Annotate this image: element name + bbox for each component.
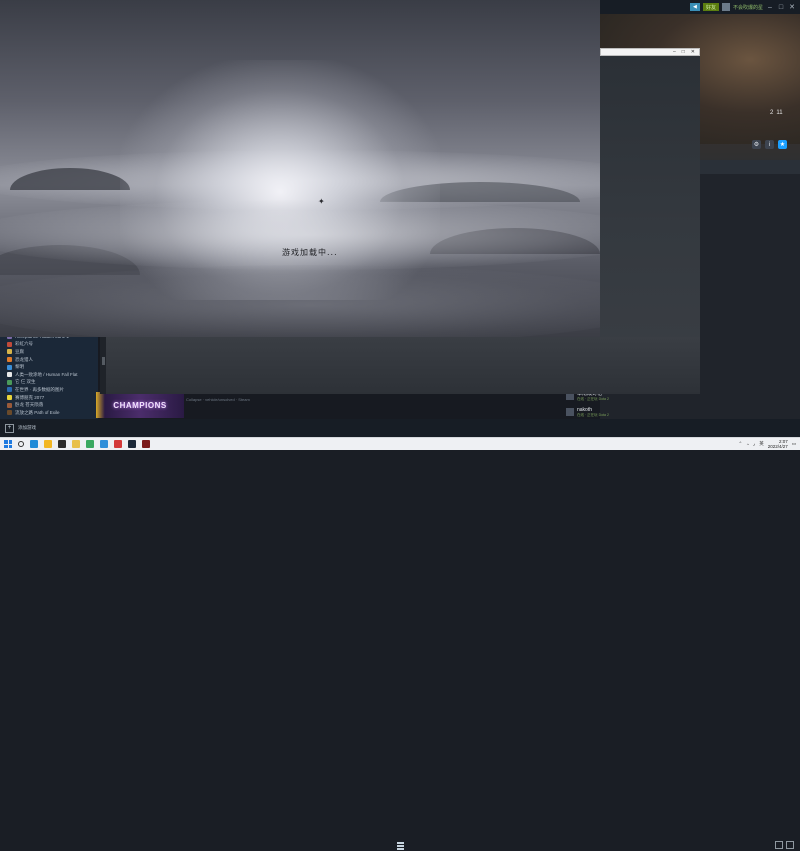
add-game-button[interactable]: + 添加游戏 xyxy=(5,423,36,433)
game-art-tile[interactable]: CHAMPIONS xyxy=(96,392,184,418)
friend-status: 在线 · 正在玩 Dota 2 xyxy=(577,397,609,401)
taskbar-apps xyxy=(4,440,150,448)
background-window-bottom xyxy=(100,337,700,394)
library-item[interactable]: 彩虹六号 xyxy=(0,341,98,349)
game-art-title: CHAMPIONS xyxy=(113,400,167,410)
library-item-label: 黎明 xyxy=(15,364,24,370)
game-icon xyxy=(7,341,12,347)
small-dialog-titlebar: – □ ✕ xyxy=(600,48,700,56)
game-icon xyxy=(7,410,12,416)
downloads-icon[interactable] xyxy=(397,842,404,851)
avatar[interactable] xyxy=(721,3,730,11)
library-item-label: 赛博朋克 2077 xyxy=(15,394,45,400)
activity-text: Collapse · vehicle/unsolved · Steam xyxy=(186,397,250,402)
game-icon xyxy=(7,387,12,393)
library-item-label: 流放之路 Path of Exile xyxy=(15,409,60,415)
app-green-icon[interactable] xyxy=(86,440,94,448)
cloud xyxy=(0,200,600,270)
gear-icon[interactable]: ⚙ xyxy=(752,140,761,149)
library-item[interactable]: 流放之路 Path of Exile xyxy=(0,409,98,417)
hero-actions: ⚙ i ★ xyxy=(752,140,787,149)
info-icon[interactable]: i xyxy=(765,140,774,149)
library-item-label: 它 仨 双生 xyxy=(15,379,36,385)
friends-chat-button[interactable] xyxy=(775,841,794,849)
library-item[interactable]: 在世界 · 再多数据的图片 xyxy=(0,386,98,394)
add-game-label: 添加游戏 xyxy=(18,425,36,430)
search-icon[interactable] xyxy=(18,441,24,447)
library-item-label: 豆腐 xyxy=(15,348,24,354)
start-icon[interactable] xyxy=(4,440,12,448)
chrome-icon[interactable] xyxy=(100,440,108,448)
clock[interactable]: 2:07 2022/4/27 xyxy=(768,439,788,449)
hero-stats: 2 11 xyxy=(770,110,783,116)
volume-icon[interactable]: ♪ xyxy=(753,442,755,447)
library-item-label: 恐龙猎人 xyxy=(15,356,33,362)
game-icon xyxy=(7,379,12,385)
file-explorer-icon[interactable] xyxy=(44,440,52,448)
steam-icon[interactable] xyxy=(128,440,136,448)
star-icon[interactable]: ★ xyxy=(778,140,787,149)
library-item-label: 彩虹六号 xyxy=(15,341,33,347)
library-item[interactable]: 它 仨 双生 xyxy=(0,379,98,387)
game-icon xyxy=(7,395,12,401)
notification-icon[interactable]: ▭ xyxy=(792,441,796,447)
date: 2022/4/27 xyxy=(767,444,788,449)
loading-text: 游戏加载中... xyxy=(282,248,338,257)
maximize-button[interactable]: □ xyxy=(777,4,785,11)
language-indicator[interactable]: 英 xyxy=(759,441,764,447)
library-item[interactable]: 恐龙猎人 xyxy=(0,356,98,364)
game-icon xyxy=(7,364,12,370)
library-item[interactable]: 豆腐 xyxy=(0,348,98,356)
friends-button[interactable]: 好友 xyxy=(702,3,719,11)
netease-icon[interactable] xyxy=(114,440,122,448)
username-dropdown[interactable]: 不会吹爆的星 xyxy=(733,4,763,11)
library-item-label: 卧龙 苍天陨落 xyxy=(15,402,44,408)
notification-button[interactable]: ◀ xyxy=(689,3,700,11)
close-icon[interactable]: ✕ xyxy=(691,49,695,55)
chevron-up-icon[interactable]: ⌃ xyxy=(738,441,742,447)
terminal-icon[interactable] xyxy=(58,440,66,448)
library-sidebar: Acceptance Hidden Lane 2彩虹六号豆腐恐龙猎人黎明人类一败… xyxy=(0,333,98,419)
game-icon[interactable] xyxy=(142,440,150,448)
library-item-label: 人类一败涂地 / Human Fall Flat xyxy=(15,371,78,377)
library-item[interactable]: 赛博朋克 2077 xyxy=(0,394,98,402)
edge-icon[interactable] xyxy=(30,440,38,448)
stat-value: 11 xyxy=(776,110,783,116)
plus-icon: + xyxy=(5,423,14,433)
avatar xyxy=(566,408,574,416)
wifi-icon[interactable]: ◔ xyxy=(746,442,749,447)
bird-icon: ✦ xyxy=(318,197,325,206)
minimize-icon[interactable]: – xyxy=(673,49,676,55)
steam-bottom-bar: + 添加游戏 xyxy=(0,419,800,850)
library-item[interactable]: 人类一败涂地 / Human Fall Flat xyxy=(0,371,98,379)
game-loading-window[interactable]: ✦ 游戏加载中... xyxy=(0,0,600,337)
friend-status: 在线 · 正在玩 Dota 2 xyxy=(577,413,609,417)
game-icon xyxy=(7,349,12,355)
stat-value: 2 xyxy=(770,110,774,116)
steam-titlebar: ◀ 好友 不会吹爆的星 – □ ✕ xyxy=(600,0,800,14)
maximize-icon[interactable]: □ xyxy=(682,49,685,55)
close-button[interactable]: ✕ xyxy=(788,3,796,11)
taskbar: ⌃ ◔ ♪ 英 2:07 2022/4/27 ▭ xyxy=(0,437,800,450)
system-tray: ⌃ ◔ ♪ 英 2:07 2022/4/27 ▭ xyxy=(738,438,796,450)
game-icon xyxy=(7,402,12,408)
game-icon xyxy=(7,357,12,363)
library-item[interactable]: 卧龙 苍天陨落 xyxy=(0,401,98,409)
library-item-label: 在世界 · 再多数据的图片 xyxy=(15,386,64,392)
minimize-button[interactable]: – xyxy=(766,4,774,11)
folder-icon[interactable] xyxy=(72,440,80,448)
cloud xyxy=(0,265,600,337)
game-icon xyxy=(7,372,12,378)
library-item[interactable]: 黎明 xyxy=(0,363,98,371)
scroll-handle[interactable] xyxy=(102,357,105,365)
